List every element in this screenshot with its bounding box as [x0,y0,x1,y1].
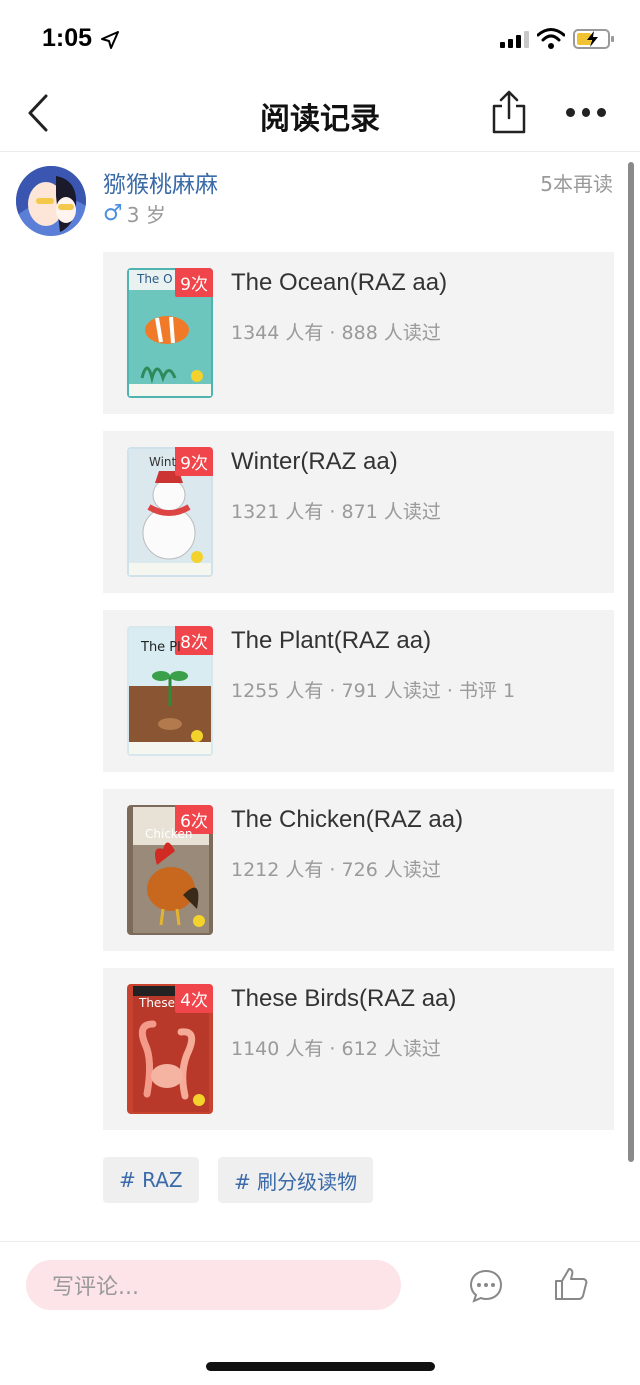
status-time: 1:05 [42,24,93,52]
book-card[interactable]: 6次 Chicken The Chicken(RAZ aa) 1212 人有 ·… [103,789,614,951]
book-stats: 1212 人有 · 726 人读过 [231,859,441,881]
book-title[interactable]: The Chicken(RAZ aa) [231,806,463,834]
cover-title: The O [137,272,173,286]
bottom-action-bar: 写评论... [0,1241,640,1385]
nav-bar: 阅读记录 [0,80,640,152]
user-name[interactable]: 猕猴桃麻麻 [103,165,218,199]
page-title: 阅读记录 [260,102,380,137]
read-count-badge: 9次 [175,268,213,297]
user-age: ♂ 3 岁 [103,199,166,228]
book-title[interactable]: The Ocean(RAZ aa) [231,269,447,297]
book-cover: 9次 Wint [127,447,213,577]
battery-charging-icon [573,29,614,49]
share-icon[interactable] [490,88,528,136]
tag-graded-reading[interactable]: # 刷分级读物 [218,1157,374,1203]
cellular-signal-icon [500,30,529,48]
reread-count: 5本再读 [540,172,613,196]
cover-title: Wint [149,455,177,469]
tag-raz[interactable]: # RAZ [103,1157,199,1203]
location-arrow-icon [101,31,119,49]
book-cover: 9次 The O [127,268,213,398]
book-stats: 1344 人有 · 888 人读过 [231,322,441,344]
wifi-icon [537,28,565,49]
cover-title: These [139,996,175,1010]
book-stats: 1255 人有 · 791 人读过 · 书评 1 [231,680,516,702]
book-cover: 4次 These [127,984,213,1114]
book-title[interactable]: These Birds(RAZ aa) [231,985,456,1013]
scrollbar[interactable] [628,162,634,1162]
comment-icon[interactable] [468,1268,504,1304]
read-count-badge: 9次 [175,447,213,476]
book-stats: 1140 人有 · 612 人读过 [231,1038,441,1060]
book-title[interactable]: The Plant(RAZ aa) [231,627,431,655]
more-icon[interactable] [566,102,607,122]
book-card[interactable]: 9次 The O The Ocean(RAZ aa) 1344 人有 · 888… [103,252,614,414]
book-title[interactable]: Winter(RAZ aa) [231,448,398,476]
like-icon[interactable] [553,1266,589,1302]
book-card[interactable]: 8次 The Pl The Plant(RAZ aa) 1255 人有 · 79… [103,610,614,772]
male-icon: ♂ [103,201,123,226]
comment-input[interactable]: 写评论... [26,1260,401,1310]
book-card[interactable]: 4次 These These Birds(RAZ aa) 1140 人有 · 6… [103,968,614,1130]
book-stats: 1321 人有 · 871 人读过 [231,501,441,523]
book-cover: 6次 Chicken [127,805,213,935]
book-card[interactable]: 9次 Wint Winter(RAZ aa) 1321 人有 · 871 人读过 [103,431,614,593]
age-label: 3 岁 [126,203,166,227]
home-indicator[interactable] [206,1362,435,1371]
cover-title: Chicken [145,827,193,841]
book-cover: 8次 The Pl [127,626,213,756]
avatar[interactable] [16,166,86,236]
cover-title: The Pl [141,640,181,655]
status-bar: 1:05 [0,0,640,80]
read-count-badge: 4次 [175,984,213,1013]
